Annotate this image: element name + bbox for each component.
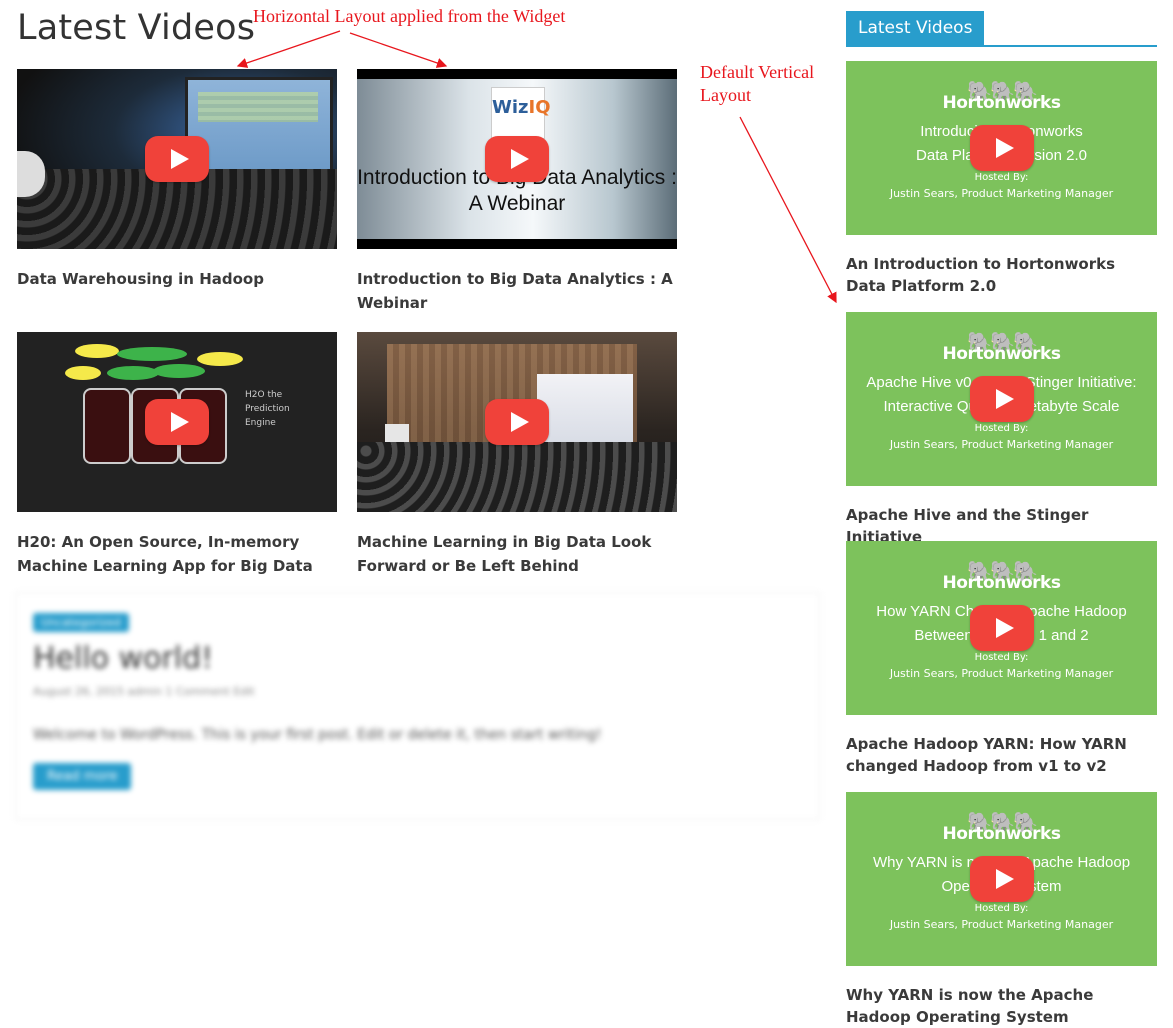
blurred-blog-post: Uncategorized Hello world! August 26, 20…	[15, 592, 820, 820]
post-title: Hello world!	[33, 641, 214, 676]
annotation-vertical-line2: Layout	[700, 85, 751, 105]
video-title-4[interactable]: Machine Learning in Big Data Look Forwar…	[357, 530, 677, 578]
play-icon[interactable]	[485, 136, 549, 182]
thumbnail-hosted: Hosted By:	[974, 652, 1029, 663]
sidebar-video-title-4[interactable]: Why YARN is now the Apache Hadoop Operat…	[846, 984, 1157, 1028]
post-excerpt: Welcome to WordPress. This is your first…	[33, 727, 602, 743]
sidebar-widget-title: Latest Videos	[846, 11, 985, 45]
card	[83, 388, 131, 464]
sidebar-video-thumbnail-3[interactable]: 🐘🐘🐘 Hortonworks How YARN Changed Apache …	[846, 541, 1157, 715]
thumbnail-hosted: Hosted By:	[974, 172, 1029, 183]
bubble	[197, 352, 243, 366]
bubble	[153, 364, 205, 378]
play-icon[interactable]	[485, 399, 549, 445]
thumbnail-person: Justin Sears, Product Marketing Manager	[889, 438, 1114, 451]
thumbnail-brand: Hortonworks	[942, 93, 1061, 113]
sidebar-video-thumbnail-1[interactable]: 🐘🐘🐘 Hortonworks Introducing Hortonworks …	[846, 61, 1157, 235]
play-icon[interactable]	[969, 376, 1034, 422]
video-title-3[interactable]: H20: An Open Source, In-memory Machine L…	[17, 530, 337, 578]
post-category-badge: Uncategorized	[33, 613, 129, 632]
video-title-2[interactable]: Introduction to Big Data Analytics : A W…	[357, 267, 677, 315]
arrow-to-video-2	[349, 32, 448, 68]
video-thumbnail-3[interactable]: H2O the Prediction Engine	[17, 332, 337, 512]
annotation-horizontal: Horizontal Layout applied from the Widge…	[253, 6, 566, 26]
play-icon[interactable]	[145, 399, 209, 445]
page-title: Latest Videos	[17, 8, 256, 48]
annotation-vertical-line1: Default Vertical	[700, 62, 815, 82]
thumbnail-brand: Hortonworks	[942, 573, 1061, 593]
bubble	[107, 366, 159, 380]
thumbnail-person: Justin Sears, Product Marketing Manager	[889, 918, 1114, 931]
video-thumbnail-2[interactable]: WizIQ Introduction to Big Data Analytics…	[357, 69, 677, 249]
thumbnail-person: Justin Sears, Product Marketing Manager	[889, 187, 1114, 200]
bubble	[117, 347, 187, 361]
wiziq-logo: WizIQ	[491, 87, 551, 139]
bubble	[75, 344, 119, 358]
thumbnail-hosted: Hosted By:	[974, 903, 1029, 914]
read-more-button: Read more	[33, 763, 132, 790]
sidebar-video-thumbnail-4[interactable]: 🐘🐘🐘 Hortonworks Why YARN is now the Apac…	[846, 792, 1157, 966]
annotation-vertical: Default Vertical Layout	[700, 61, 840, 107]
presentation-screen	[537, 374, 633, 442]
post-meta: August 26, 2015 admin 1 Comment Edit	[33, 685, 255, 698]
sidebar-video-title-1[interactable]: An Introduction to Hortonworks Data Plat…	[846, 253, 1157, 297]
arrow-to-sidebar	[739, 116, 837, 304]
play-icon[interactable]	[969, 605, 1034, 651]
video-title-1[interactable]: Data Warehousing in Hadoop	[17, 267, 337, 291]
video-thumbnail-1[interactable]	[17, 69, 337, 249]
bubble	[65, 366, 101, 380]
sidebar-widget-header: Latest Videos	[846, 11, 1157, 47]
sidebar-video-title-3[interactable]: Apache Hadoop YARN: How YARN changed Had…	[846, 733, 1157, 777]
thumbnail-brand: Hortonworks	[942, 344, 1061, 364]
play-icon[interactable]	[969, 856, 1034, 902]
thumbnail-caption: H2O the Prediction Engine	[245, 390, 290, 428]
sidebar-video-thumbnail-2[interactable]: 🐘🐘🐘 Hortonworks Apache Hive v0.13 and St…	[846, 312, 1157, 486]
thumbnail-hosted: Hosted By:	[974, 423, 1029, 434]
play-icon[interactable]	[969, 125, 1034, 171]
thumbnail-brand: Hortonworks	[942, 824, 1061, 844]
play-icon[interactable]	[145, 136, 209, 182]
video-thumbnail-4[interactable]	[357, 332, 677, 512]
audience	[357, 442, 677, 512]
thumbnail-person: Justin Sears, Product Marketing Manager	[889, 667, 1114, 680]
